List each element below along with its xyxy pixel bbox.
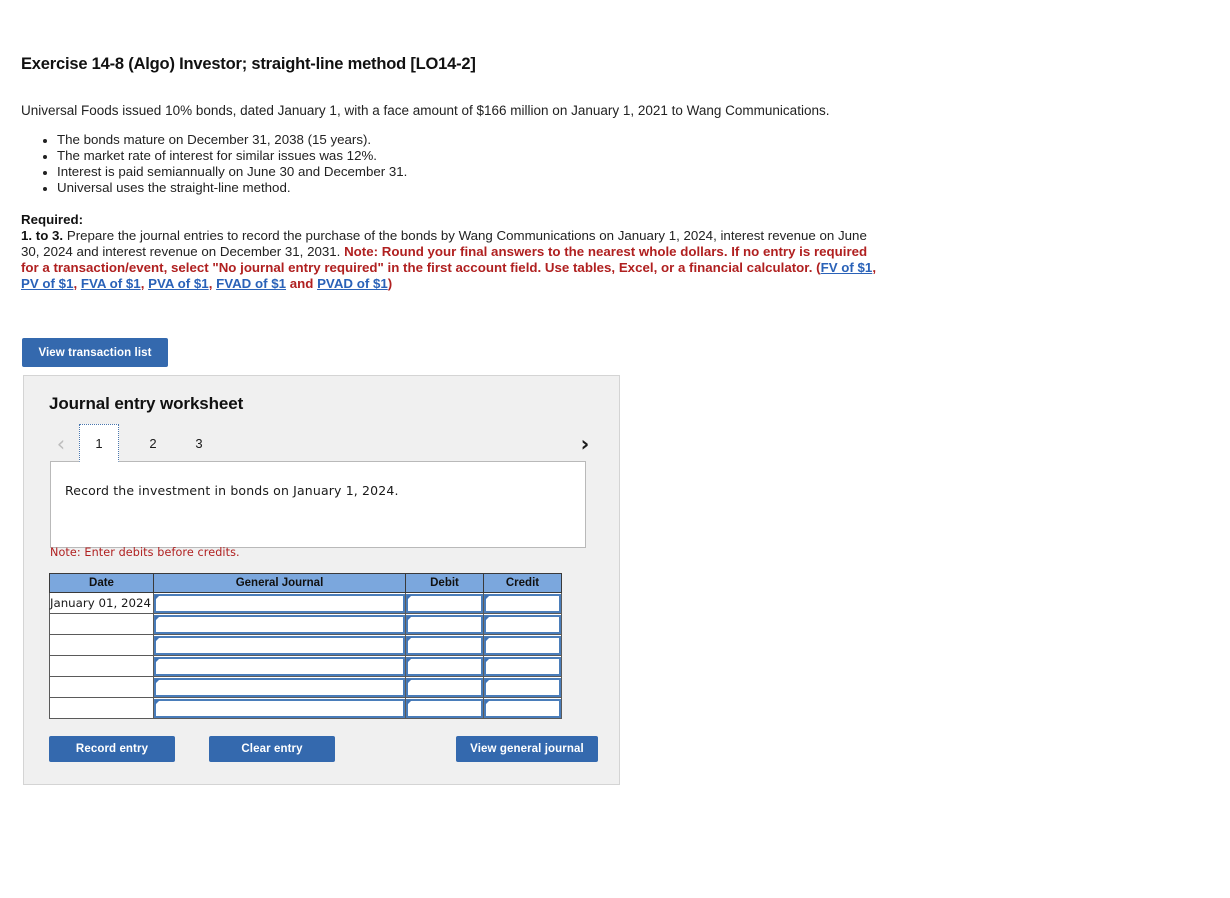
debits-before-credits-note: Note: Enter debits before credits.: [50, 546, 240, 559]
general-journal-cell[interactable]: [153, 676, 406, 698]
general-journal-cell[interactable]: [153, 697, 406, 719]
table-row: [49, 697, 562, 719]
credit-amount-input[interactable]: [484, 635, 561, 655]
account-select-input[interactable]: [154, 635, 405, 655]
record-entry-button[interactable]: Record entry: [49, 736, 175, 762]
chevron-left-icon[interactable]: ‹: [48, 430, 74, 458]
tab-worksheet-3[interactable]: 3: [185, 424, 213, 462]
credit-cell[interactable]: [483, 676, 562, 698]
worksheet-tab-bar: ‹ 1 2 3 ›: [24, 424, 621, 464]
view-general-journal-button[interactable]: View general journal: [456, 736, 598, 762]
list-item: The market rate of interest for similar …: [57, 148, 407, 164]
note-and: and: [286, 276, 318, 291]
table-row: [49, 655, 562, 677]
debit-cell[interactable]: [405, 592, 484, 614]
general-journal-cell[interactable]: [153, 592, 406, 614]
clear-entry-button[interactable]: Clear entry: [209, 736, 335, 762]
credit-amount-input[interactable]: [484, 614, 561, 634]
link-separator: ,: [208, 276, 217, 291]
debit-cell[interactable]: [405, 676, 484, 698]
tab-worksheet-1[interactable]: 1: [79, 424, 119, 462]
general-journal-cell[interactable]: [153, 613, 406, 635]
credit-cell[interactable]: [483, 613, 562, 635]
journal-entry-table: Date General Journal Debit Credit Januar…: [49, 573, 562, 719]
link-separator: ,: [872, 260, 877, 275]
debit-cell[interactable]: [405, 655, 484, 677]
debit-amount-input[interactable]: [406, 698, 483, 718]
credit-cell[interactable]: [483, 634, 562, 656]
debit-cell[interactable]: [405, 613, 484, 635]
chevron-right-icon[interactable]: ›: [572, 430, 598, 458]
link-pva-of-1[interactable]: PVA of $1: [148, 276, 209, 291]
credit-cell[interactable]: [483, 655, 562, 677]
required-section: Required: 1. to 3. Prepare the journal e…: [21, 212, 876, 292]
transaction-description-box: Record the investment in bonds on Januar…: [50, 461, 586, 548]
date-cell[interactable]: [49, 613, 154, 635]
date-cell[interactable]: [49, 697, 154, 719]
list-item: Interest is paid semiannually on June 30…: [57, 164, 407, 180]
table-row: [49, 613, 562, 635]
account-select-input[interactable]: [154, 593, 405, 613]
account-select-input[interactable]: [154, 614, 405, 634]
link-fvad-of-1[interactable]: FVAD of $1: [216, 276, 286, 291]
account-select-input[interactable]: [154, 656, 405, 676]
transaction-description-text: Record the investment in bonds on Januar…: [65, 483, 399, 498]
debit-amount-input[interactable]: [406, 635, 483, 655]
credit-cell[interactable]: [483, 697, 562, 719]
date-cell[interactable]: [49, 655, 154, 677]
credit-cell[interactable]: [483, 592, 562, 614]
table-row: January 01, 2024: [49, 592, 562, 614]
list-item: Universal uses the straight-line method.: [57, 180, 407, 196]
date-cell[interactable]: [49, 676, 154, 698]
credit-amount-input[interactable]: [484, 698, 561, 718]
page-root: Exercise 14-8 (Algo) Investor; straight-…: [0, 0, 1230, 898]
exercise-intro-paragraph: Universal Foods issued 10% bonds, dated …: [21, 103, 830, 118]
credit-amount-input[interactable]: [484, 593, 561, 613]
tab-worksheet-2[interactable]: 2: [139, 424, 167, 462]
list-item: The bonds mature on December 31, 2038 (1…: [57, 132, 407, 148]
debit-amount-input[interactable]: [406, 614, 483, 634]
required-label: Required:: [21, 212, 84, 227]
column-header-credit: Credit: [483, 573, 562, 593]
general-journal-cell[interactable]: [153, 655, 406, 677]
note-close-paren: ): [387, 276, 393, 291]
view-transaction-list-button[interactable]: View transaction list: [22, 338, 168, 367]
table-header-row: Date General Journal Debit Credit: [49, 573, 562, 593]
link-fv-of-1[interactable]: FV of $1: [821, 260, 873, 275]
required-number: 1. to 3.: [21, 228, 64, 243]
journal-entry-worksheet-panel: Journal entry worksheet ‹ 1 2 3 › Record…: [23, 375, 620, 785]
credit-amount-input[interactable]: [484, 677, 561, 697]
debit-amount-input[interactable]: [406, 593, 483, 613]
debit-amount-input[interactable]: [406, 656, 483, 676]
table-row: [49, 634, 562, 656]
credit-amount-input[interactable]: [484, 656, 561, 676]
exercise-fact-list: The bonds mature on December 31, 2038 (1…: [21, 132, 407, 196]
debit-cell[interactable]: [405, 697, 484, 719]
debit-amount-input[interactable]: [406, 677, 483, 697]
account-select-input[interactable]: [154, 698, 405, 718]
date-cell[interactable]: [49, 634, 154, 656]
table-row: [49, 676, 562, 698]
link-pv-of-1[interactable]: PV of $1: [21, 276, 73, 291]
exercise-title: Exercise 14-8 (Algo) Investor; straight-…: [21, 55, 476, 73]
date-cell[interactable]: January 01, 2024: [49, 592, 154, 614]
worksheet-title: Journal entry worksheet: [49, 394, 244, 413]
link-pvad-of-1[interactable]: PVAD of $1: [317, 276, 388, 291]
column-header-general-journal: General Journal: [153, 573, 406, 593]
link-fva-of-1[interactable]: FVA of $1: [81, 276, 141, 291]
general-journal-cell[interactable]: [153, 634, 406, 656]
account-select-input[interactable]: [154, 677, 405, 697]
debit-cell[interactable]: [405, 634, 484, 656]
column-header-date: Date: [49, 573, 154, 593]
link-separator: ,: [140, 276, 149, 291]
link-separator: ,: [73, 276, 81, 291]
column-header-debit: Debit: [405, 573, 484, 593]
